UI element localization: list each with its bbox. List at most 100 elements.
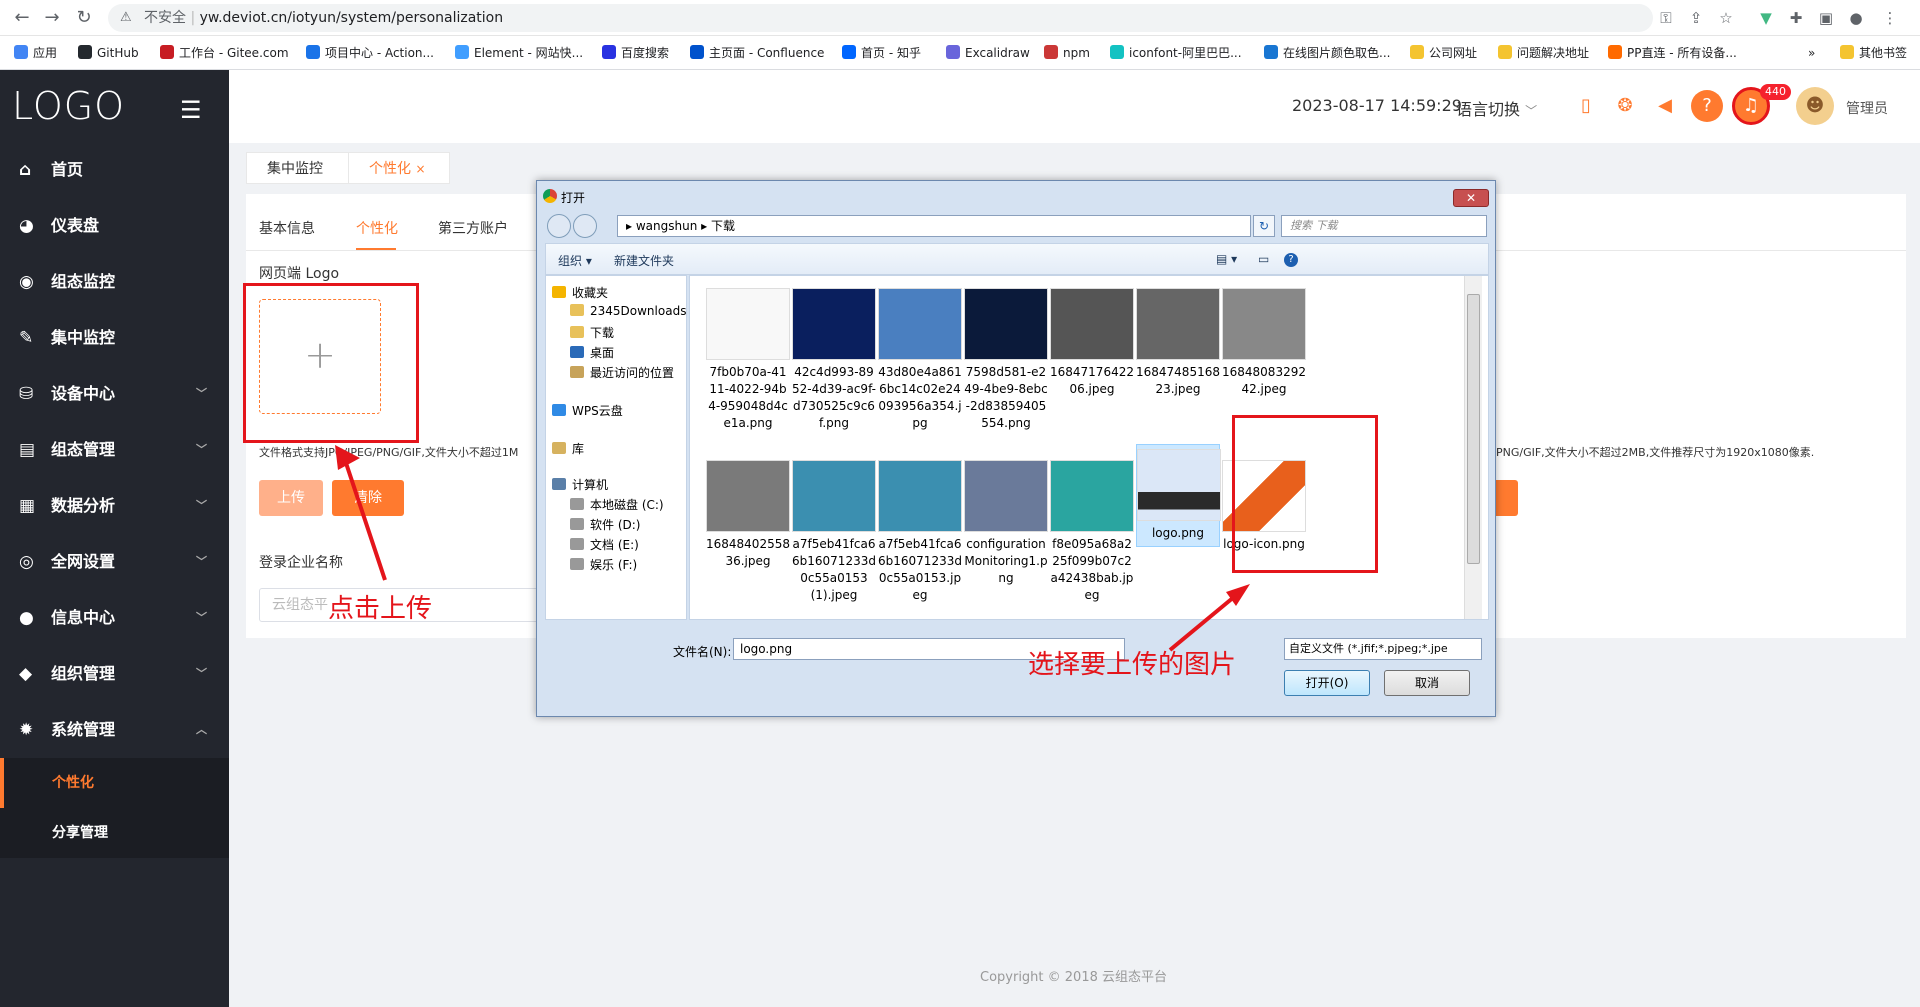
refresh-icon[interactable]: ↻	[1253, 215, 1275, 237]
bookmark-zhihu[interactable]: 首页 - 知乎	[842, 44, 921, 62]
nav-drive-d[interactable]: 软件 (D:)	[570, 516, 640, 533]
file-item[interactable]: 1684808329242.jpeg	[1222, 288, 1306, 398]
file-item[interactable]: 1684840255836.jpeg	[706, 460, 790, 570]
nav-computer[interactable]: 计算机	[552, 476, 608, 493]
file-item[interactable]: configurationMonitoring1.png	[964, 460, 1048, 587]
preview-pane-icon[interactable]: ▭	[1258, 252, 1269, 266]
dialog-close-button[interactable]: ✕	[1453, 189, 1489, 207]
reload-icon[interactable]: ↻	[72, 6, 96, 30]
tab-basic-info[interactable]: 基本信息	[259, 218, 315, 238]
menu-item-system-manage[interactable]: ✹ 系统管理 ︿	[0, 702, 229, 758]
nav-library[interactable]: 库	[552, 440, 584, 457]
nav-downloads[interactable]: 下载	[570, 324, 614, 341]
file-type-select[interactable]: 自定义文件 (*.jfif;*.pjpeg;*.jpe	[1284, 638, 1482, 660]
file-item[interactable]: a7f5eb41fca66b16071233d0c55a0153 (1).jpe…	[792, 460, 876, 604]
more-bookmarks-icon[interactable]: »	[1808, 44, 1815, 62]
profile-icon[interactable]: ●	[1846, 8, 1866, 28]
new-folder-button[interactable]: 新建文件夹	[614, 252, 674, 269]
nav-favorites[interactable]: 收藏夹	[552, 284, 608, 301]
dashboard-icon: ◕	[19, 216, 34, 236]
scrollbar-thumb[interactable]	[1467, 294, 1480, 564]
bookmark-element[interactable]: Element - 网站快...	[455, 44, 583, 62]
bookmark-github[interactable]: GitHub	[78, 44, 139, 62]
menu-item-info-center[interactable]: ● 信息中心 ﹀	[0, 590, 229, 646]
menu-item-config-monitor[interactable]: ◉ 组态监控	[0, 254, 229, 310]
file-thumbnail	[792, 460, 876, 532]
tab-personalization-content[interactable]: 个性化	[356, 218, 398, 238]
close-icon[interactable]: ×	[415, 162, 425, 176]
nav-drive-e[interactable]: 文档 (E:)	[570, 536, 639, 553]
view-icon[interactable]: ▤ ▾	[1216, 252, 1237, 266]
tab-personalization[interactable]: 个性化 ×	[348, 152, 450, 184]
hamburger-icon[interactable]: ☰	[180, 96, 202, 124]
key-icon[interactable]: ⚿	[1656, 8, 1676, 28]
bookmark-baidu[interactable]: 百度搜索	[602, 44, 669, 62]
sub-item-personalization[interactable]: 个性化	[0, 758, 229, 808]
file-item[interactable]: 7598d581-e249-4be9-8ebc-2d83859405554.pn…	[964, 288, 1048, 432]
open-button[interactable]: 打开(O)	[1284, 670, 1370, 696]
menu-item-home[interactable]: ⌂ 首页	[0, 142, 229, 198]
star-icon[interactable]: ☆	[1716, 8, 1736, 28]
nav-recent[interactable]: 最近访问的位置	[570, 364, 674, 381]
file-item-selected[interactable]: logo.png	[1136, 444, 1221, 547]
path-breadcrumb[interactable]: ▸ wangshun ▸ 下载	[617, 215, 1251, 237]
tab-central-monitor[interactable]: 集中监控	[246, 152, 349, 184]
nav-desktop[interactable]: 桌面	[570, 344, 614, 361]
nav-wps-cloud[interactable]: WPS云盘	[552, 402, 623, 419]
menu-item-data-analysis[interactable]: ▦ 数据分析 ﹀	[0, 478, 229, 534]
sub-item-share-manage[interactable]: 分享管理	[0, 808, 229, 858]
file-item[interactable]: 42c4d993-8952-4d39-ac9f-d730525c9c6f.png	[792, 288, 876, 432]
back-icon[interactable]	[547, 214, 571, 238]
file-item[interactable]: 7fb0b70a-4111-4022-94b4-959048d4ce1a.png	[706, 288, 790, 432]
bookmark-other[interactable]: 其他书签	[1840, 44, 1907, 62]
bookmark-npm[interactable]: npm	[1044, 44, 1090, 62]
extensions-icon[interactable]: ✚	[1786, 8, 1806, 28]
nav-drive-c[interactable]: 本地磁盘 (C:)	[570, 496, 664, 513]
bookmark-iconfont[interactable]: iconfont-阿里巴巴...	[1110, 44, 1242, 62]
mobile-icon[interactable]: ▯	[1570, 90, 1602, 122]
bookmark-gitee[interactable]: 工作台 - Gitee.com	[160, 44, 289, 62]
share-icon[interactable]: ⇪	[1686, 8, 1706, 28]
menu-item-config-manage[interactable]: ▤ 组态管理 ﹀	[0, 422, 229, 478]
wechat-icon[interactable]: ❂	[1609, 90, 1641, 122]
scrollbar[interactable]	[1464, 276, 1482, 619]
speaker-icon[interactable]: ◀	[1649, 90, 1681, 122]
sidepanel-icon[interactable]: ▣	[1816, 8, 1836, 28]
back-icon[interactable]: ←	[10, 6, 34, 30]
bookmark-company[interactable]: 公司网址	[1410, 44, 1477, 62]
bookmark-apps[interactable]: 应用	[14, 44, 57, 62]
upload-button[interactable]: 上传	[259, 480, 323, 516]
bookmark-excalidraw[interactable]: Excalidraw	[946, 44, 1030, 62]
username[interactable]: 管理员	[1846, 98, 1888, 118]
avatar[interactable]: ☻	[1796, 87, 1834, 125]
file-item[interactable]: a7f5eb41fca66b16071233d0c55a0153.jpeg	[878, 460, 962, 604]
menu-item-central-monitor[interactable]: ✎ 集中监控	[0, 310, 229, 366]
address-bar[interactable]: ⚠ 不安全 | yw.deviot.cn/iotyun/system/perso…	[108, 4, 1653, 32]
menu-icon[interactable]: ⋮	[1880, 8, 1900, 28]
tab-third-party[interactable]: 第三方账户	[438, 218, 508, 238]
menu-item-dashboard[interactable]: ◕ 仪表盘	[0, 198, 229, 254]
search-input[interactable]: 搜索 下载	[1281, 215, 1487, 237]
file-item[interactable]: 1684748516823.jpeg	[1136, 288, 1220, 398]
bookmark-pp[interactable]: PP直连 - 所有设备...	[1608, 44, 1737, 62]
vue-devtools-icon[interactable]: ▼	[1756, 8, 1776, 28]
bookmark-color-picker[interactable]: 在线图片颜色取色...	[1264, 44, 1390, 62]
file-item[interactable]: 1684717642206.jpeg	[1050, 288, 1134, 398]
nav-drive-f[interactable]: 娱乐 (F:)	[570, 556, 637, 573]
forward-icon[interactable]	[573, 214, 597, 238]
forward-icon[interactable]: →	[40, 6, 64, 30]
bookmark-confluence[interactable]: 主页面 - Confluence	[690, 44, 824, 62]
cancel-button[interactable]: 取消	[1384, 670, 1470, 696]
menu-item-device-center[interactable]: ⛁ 设备中心 ﹀	[0, 366, 229, 422]
bookmark-issues[interactable]: 问题解决地址	[1498, 44, 1589, 62]
help-icon[interactable]: ?	[1284, 253, 1298, 267]
language-switch[interactable]: 语言切换 ﹀	[1456, 96, 1537, 120]
bookmark-action[interactable]: 项目中心 - Action...	[306, 44, 434, 62]
organize-button[interactable]: 组织 ▾	[558, 252, 592, 269]
file-item[interactable]: f8e095a68a225f099b07c2a42438bab.jpeg	[1050, 460, 1134, 604]
menu-item-org-manage[interactable]: ◆ 组织管理 ﹀	[0, 646, 229, 702]
menu-item-network-settings[interactable]: ◎ 全网设置 ﹀	[0, 534, 229, 590]
file-item[interactable]: 43d80e4a8616bc14c02e24093956a354.jpg	[878, 288, 962, 432]
nav-2345downloads[interactable]: 2345Downloads	[570, 304, 686, 318]
help-icon[interactable]: ?	[1691, 90, 1723, 122]
